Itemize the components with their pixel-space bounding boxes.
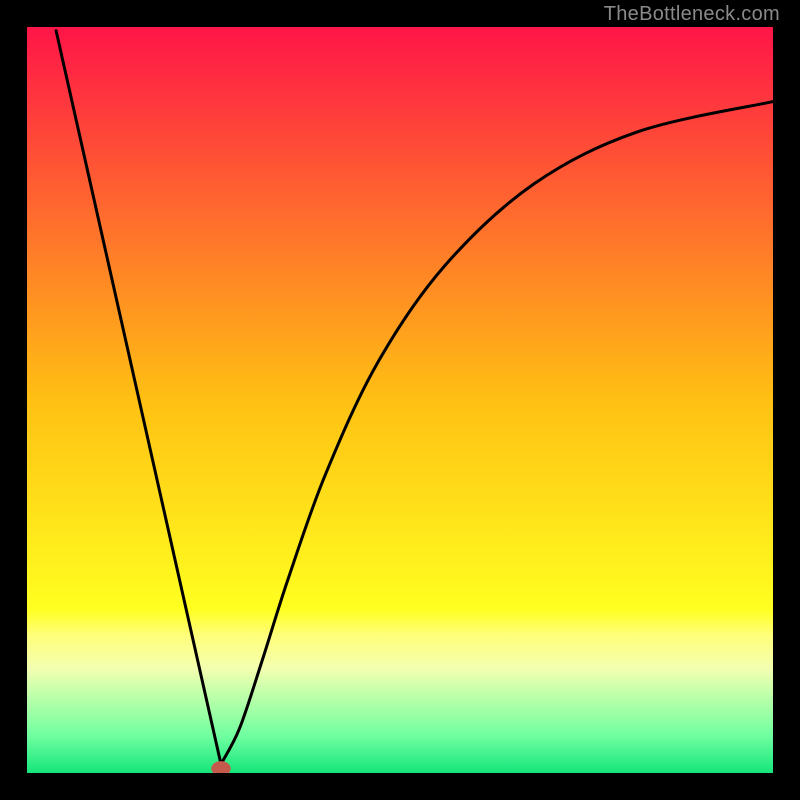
source-attribution: TheBottleneck.com bbox=[604, 3, 780, 26]
chart-container: TheBottleneck.com bbox=[0, 0, 800, 800]
bottleneck-chart bbox=[27, 27, 773, 773]
